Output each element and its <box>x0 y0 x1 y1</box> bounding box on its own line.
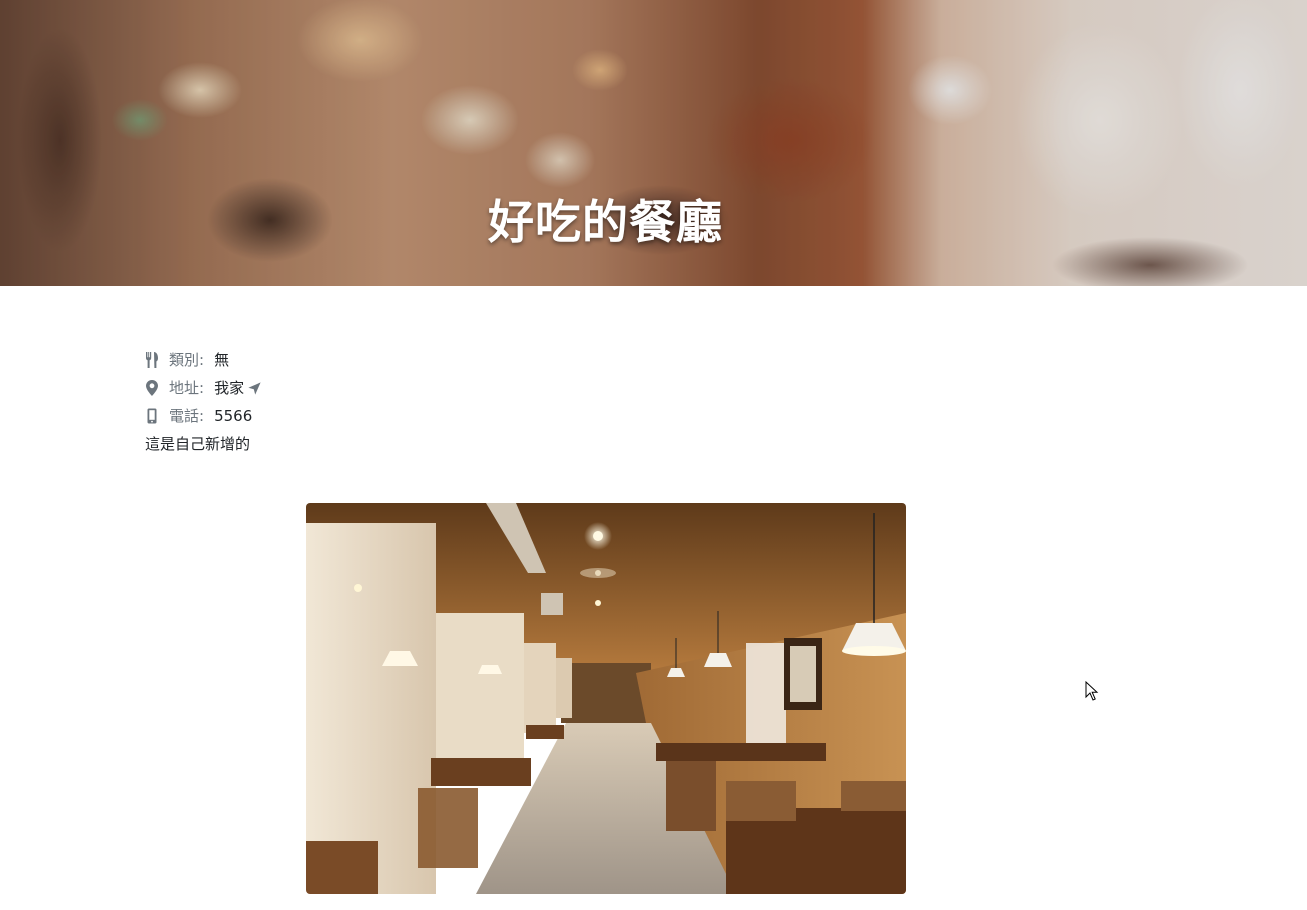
restaurant-description: 這是自己新增的 <box>145 435 251 453</box>
restaurant-details: 類別: 無 地址: 我家 電話: 5566 這是自己新增的 <box>145 346 261 458</box>
phone-row: 電話: 5566 <box>145 402 261 430</box>
address-label: 地址: <box>169 379 205 397</box>
restaurant-name: 好吃的餐廳 <box>0 186 1307 252</box>
mouse-cursor-icon <box>1085 680 1099 705</box>
utensils-icon <box>145 352 159 368</box>
mobile-phone-icon <box>145 408 159 424</box>
restaurant-name-text: 好吃的餐廳 <box>488 195 723 249</box>
address-value[interactable]: 我家 <box>214 374 244 402</box>
hero-banner: 好吃的餐廳 <box>0 0 1307 286</box>
phone-value: 5566 <box>214 407 253 425</box>
phone-label: 電話: <box>169 407 205 425</box>
address-row: 地址: 我家 <box>145 374 261 402</box>
category-value: 無 <box>214 351 230 369</box>
category-label: 類別: <box>169 351 205 369</box>
location-arrow-icon[interactable] <box>248 381 261 395</box>
restaurant-photo <box>306 503 906 894</box>
category-row: 類別: 無 <box>145 346 261 374</box>
map-marker-icon <box>145 380 159 396</box>
